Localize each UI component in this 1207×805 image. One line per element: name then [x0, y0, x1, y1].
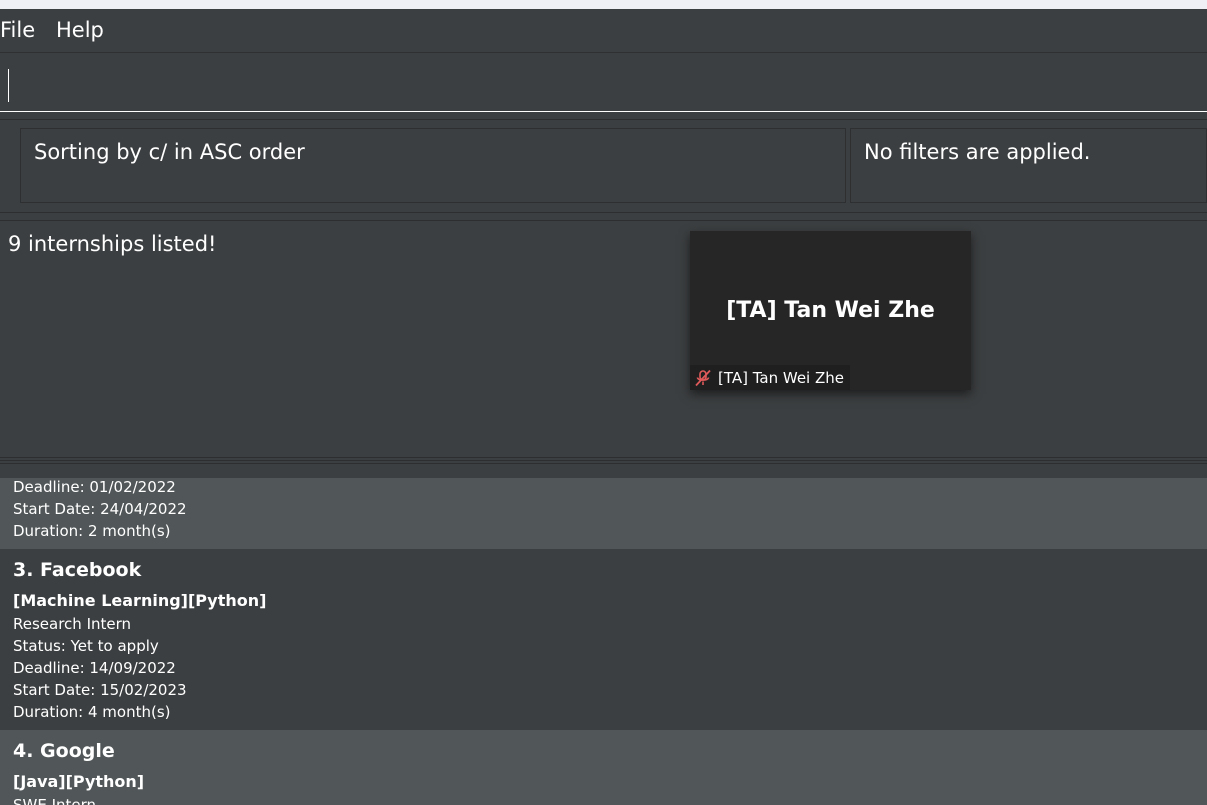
- menu-help[interactable]: Help: [56, 18, 104, 42]
- internship-card[interactable]: Deadline: 01/02/2022 Start Date: 24/04/2…: [0, 478, 1207, 549]
- text-caret: [8, 69, 9, 102]
- mic-off-icon: [695, 369, 711, 386]
- divider: [0, 119, 1207, 120]
- command-box[interactable]: [0, 53, 1207, 112]
- menu-file[interactable]: File: [0, 18, 35, 42]
- result-text: 9 internships listed!: [8, 232, 217, 256]
- internship-card[interactable]: 4. Google [Java][Python] SWE Intern: [0, 730, 1207, 805]
- divider: [0, 212, 1207, 213]
- filter-status-text: No filters are applied.: [864, 140, 1091, 164]
- sort-status-text: Sorting by c/ in ASC order: [34, 140, 305, 164]
- window-top-strip: [0, 0, 1207, 9]
- sort-panel: Sorting by c/ in ASC order: [20, 128, 846, 203]
- participant-label-text: [TA] Tan Wei Zhe: [718, 368, 845, 387]
- deadline-text: Deadline: 01/02/2022: [13, 478, 176, 496]
- internship-list[interactable]: Deadline: 01/02/2022 Start Date: 24/04/2…: [0, 463, 1207, 805]
- filter-panel: No filters are applied.: [850, 128, 1207, 203]
- company-title: 3. Facebook: [13, 559, 142, 581]
- tag-list: [Java][Python]: [13, 772, 145, 791]
- menu-bar: File Help: [0, 9, 1207, 53]
- duration-text: Duration: 2 month(s): [13, 522, 171, 540]
- start-date-text: Start Date: 15/02/2023: [13, 681, 187, 699]
- role-text: Research Intern: [13, 615, 132, 633]
- divider: [0, 460, 1207, 461]
- result-display: 9 internships listed!: [0, 220, 1207, 458]
- start-date-text: Start Date: 24/04/2022: [13, 500, 187, 518]
- status-text: Status: Yet to apply: [13, 637, 159, 655]
- duration-text: Duration: 4 month(s): [13, 703, 171, 721]
- tag-list: [Machine Learning][Python]: [13, 591, 267, 610]
- deadline-text: Deadline: 14/09/2022: [13, 659, 176, 677]
- video-call-overlay[interactable]: [TA] Tan Wei Zhe [TA] Tan Wei Zhe: [690, 231, 971, 390]
- participant-label: [TA] Tan Wei Zhe: [690, 365, 851, 390]
- company-title: 4. Google: [13, 740, 115, 762]
- internship-card[interactable]: 3. Facebook [Machine Learning][Python] R…: [0, 549, 1207, 730]
- participant-name: [TA] Tan Wei Zhe: [726, 298, 935, 323]
